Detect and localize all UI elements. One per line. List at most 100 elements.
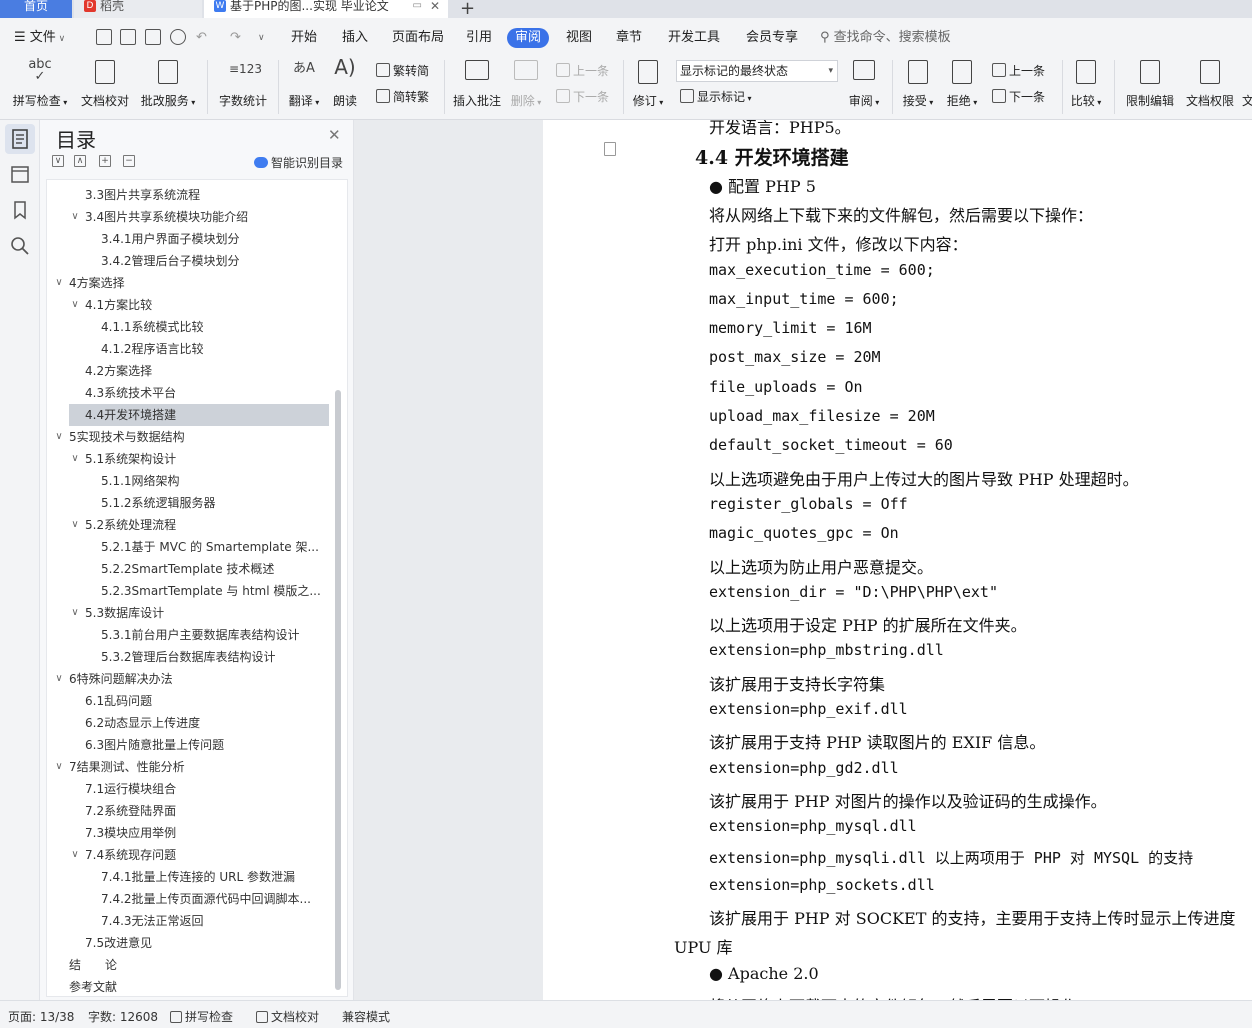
toc-item[interactable]: 5.1.2系统逻辑服务器: [47, 492, 329, 514]
toc-item[interactable]: 3.4.1用户界面子模块划分: [47, 228, 329, 250]
batch-service-button[interactable]: 批改服务 ▾: [138, 58, 198, 109]
review-pane-button[interactable]: 审阅 ▾: [846, 58, 882, 109]
chevron-down-icon[interactable]: ∨: [53, 272, 65, 294]
toc-item[interactable]: 4.1.2程序语言比较: [47, 338, 329, 360]
prev-comment-button[interactable]: 上一条: [556, 62, 609, 79]
expand-up-icon[interactable]: ∧: [74, 155, 86, 167]
toc-item[interactable]: 5.1.1网络架构: [47, 470, 329, 492]
restrict-edit-button[interactable]: 限制编辑: [1124, 58, 1176, 109]
next-change-button[interactable]: 下一条: [992, 88, 1045, 105]
menu-view[interactable]: 视图: [566, 28, 592, 48]
toc-item[interactable]: ∨ 5.3数据库设计: [47, 602, 329, 624]
save-icon[interactable]: [96, 29, 112, 45]
toc-item[interactable]: 7.1运行模块组合: [47, 778, 329, 800]
chevron-down-icon[interactable]: ∨: [69, 294, 81, 316]
close-icon[interactable]: ✕: [328, 126, 341, 144]
word-count-indicator[interactable]: 字数: 12608: [88, 1008, 158, 1025]
search-icon[interactable]: [8, 234, 32, 258]
next-comment-button[interactable]: 下一条: [556, 88, 609, 105]
tab-document[interactable]: W 基于PHP的图...实现 毕业论文 ▭ ✕: [204, 0, 448, 18]
doc-overflow-button[interactable]: 文: [1242, 58, 1252, 109]
menu-reference[interactable]: 引用: [466, 28, 492, 48]
toc-item[interactable]: 7.2系统登陆界面: [47, 800, 329, 822]
toc-item[interactable]: 5.3.1前台用户主要数据库表结构设计: [47, 624, 329, 646]
toc-item[interactable]: 7.4.3无法正常返回: [47, 910, 329, 932]
spellcheck-button[interactable]: abc ✓ 拼写检查 ▾: [10, 58, 70, 109]
toc-item[interactable]: ∨ 7.4系统现存问题: [47, 844, 329, 866]
toc-item[interactable]: 3.4.2管理后台子模块划分: [47, 250, 329, 272]
toc-item[interactable]: 6.3图片随意批量上传问题: [47, 734, 329, 756]
toc-scrollbar[interactable]: [335, 390, 341, 990]
chevron-down-icon[interactable]: ∨: [69, 206, 81, 228]
toc-item[interactable]: 4.3系统技术平台: [47, 382, 329, 404]
menu-dev-tools[interactable]: 开发工具: [668, 28, 720, 48]
toc-item[interactable]: 结 论: [47, 954, 329, 976]
toc-item[interactable]: ∨ 5.1系统架构设计: [47, 448, 329, 470]
remove-heading-icon[interactable]: −: [123, 155, 135, 167]
reject-button[interactable]: 拒绝 ▾: [944, 58, 980, 109]
menu-chapter[interactable]: 章节: [616, 28, 642, 48]
toc-item[interactable]: ∨ 4.1方案比较: [47, 294, 329, 316]
chevron-down-icon[interactable]: ∨: [53, 426, 65, 448]
status-proofread[interactable]: 文档校对: [256, 1008, 319, 1025]
toc-item[interactable]: 5.2.3SmartTemplate 与 html 模版之...: [47, 580, 329, 602]
prev-change-button[interactable]: 上一条: [992, 62, 1045, 79]
toc-item[interactable]: 4.4开发环境搭建: [69, 404, 329, 426]
tab-daoke[interactable]: D 稻壳: [74, 0, 202, 18]
toc-item[interactable]: ∨ 3.4图片共享系统模块功能介绍: [47, 206, 329, 228]
toc-item[interactable]: 参考文献: [47, 976, 329, 996]
chevron-down-icon[interactable]: ∨: [69, 844, 81, 866]
toc-item[interactable]: 7.4.1批量上传连接的 URL 参数泄漏: [47, 866, 329, 888]
read-aloud-button[interactable]: A) 朗读: [330, 57, 360, 109]
accept-button[interactable]: 接受 ▾: [900, 58, 936, 109]
to-simplified-button[interactable]: 繁转简: [376, 62, 429, 79]
delete-comment-button[interactable]: 删除 ▾: [508, 58, 544, 109]
word-count-button[interactable]: ≡123 字数统计: [216, 58, 270, 109]
toc-item[interactable]: 6.2动态显示上传进度: [47, 712, 329, 734]
toc-item[interactable]: 5.2.1基于 MVC 的 Smartemplate 架...: [47, 536, 329, 558]
toc-item[interactable]: 7.5改进意见: [47, 932, 329, 954]
print-icon[interactable]: [145, 29, 161, 45]
toc-item[interactable]: 7.4.2批量上传页面源代码中回调脚本...: [47, 888, 329, 910]
paragraph-handle-icon[interactable]: [604, 142, 616, 156]
bookmark-icon[interactable]: [8, 198, 32, 222]
markup-state-select[interactable]: 显示标记的最终状态 ▾: [676, 60, 838, 82]
toc-item[interactable]: ∨ 4方案选择: [47, 272, 329, 294]
insert-comment-button[interactable]: 插入批注: [452, 58, 502, 109]
menu-insert[interactable]: 插入: [342, 28, 368, 48]
print-preview-icon[interactable]: [170, 29, 186, 45]
menu-file[interactable]: ☰ 文件 ∨: [14, 28, 65, 48]
toc-item[interactable]: 6.1乱码问题: [47, 690, 329, 712]
toc-item[interactable]: ∨ 7结果测试、性能分析: [47, 756, 329, 778]
toc-item[interactable]: 7.3模块应用举例: [47, 822, 329, 844]
chevron-down-icon[interactable]: ∨: [69, 602, 81, 624]
menu-start[interactable]: 开始: [291, 28, 317, 48]
translate-button[interactable]: あA 翻译 ▾: [286, 58, 322, 109]
add-heading-icon[interactable]: +: [99, 155, 111, 167]
undo-icon[interactable]: ↶: [196, 28, 207, 48]
navigation-pane-icon[interactable]: [8, 162, 32, 186]
toc-item[interactable]: ∨ 5.2系统处理流程: [47, 514, 329, 536]
chevron-down-icon[interactable]: ∨: [53, 756, 65, 778]
status-spellcheck[interactable]: 拼写检查: [170, 1008, 233, 1025]
menu-member[interactable]: 会员专享: [746, 28, 798, 48]
export-pdf-icon[interactable]: [120, 29, 136, 45]
toc-item[interactable]: 4.1.1系统模式比较: [47, 316, 329, 338]
toc-item[interactable]: 4.2方案选择: [47, 360, 329, 382]
page-indicator[interactable]: 页面: 13/38: [8, 1008, 74, 1025]
toc-item[interactable]: ∨ 6特殊问题解决办法: [47, 668, 329, 690]
quick-access-dropdown-icon[interactable]: ∨: [258, 28, 265, 48]
collapse-all-icon[interactable]: ∨: [52, 155, 64, 167]
show-markup-button[interactable]: 显示标记 ▾: [680, 88, 752, 105]
toc-item[interactable]: 5.3.2管理后台数据库表结构设计: [47, 646, 329, 668]
toc-item[interactable]: 3.3图片共享系统流程: [47, 184, 329, 206]
pin-icon[interactable]: ▭: [413, 0, 422, 12]
menu-page-layout[interactable]: 页面布局: [392, 28, 444, 48]
toc-item[interactable]: 5.2.2SmartTemplate 技术概述: [47, 558, 329, 580]
compare-button[interactable]: 比较 ▾: [1068, 58, 1104, 109]
new-tab-plus-icon[interactable]: +: [460, 0, 475, 19]
doc-permission-button[interactable]: 文档权限: [1184, 58, 1236, 109]
smart-toc-button[interactable]: 智能识别目录: [254, 154, 343, 171]
toc-icon[interactable]: [8, 127, 32, 151]
redo-icon[interactable]: ↷: [230, 28, 241, 48]
